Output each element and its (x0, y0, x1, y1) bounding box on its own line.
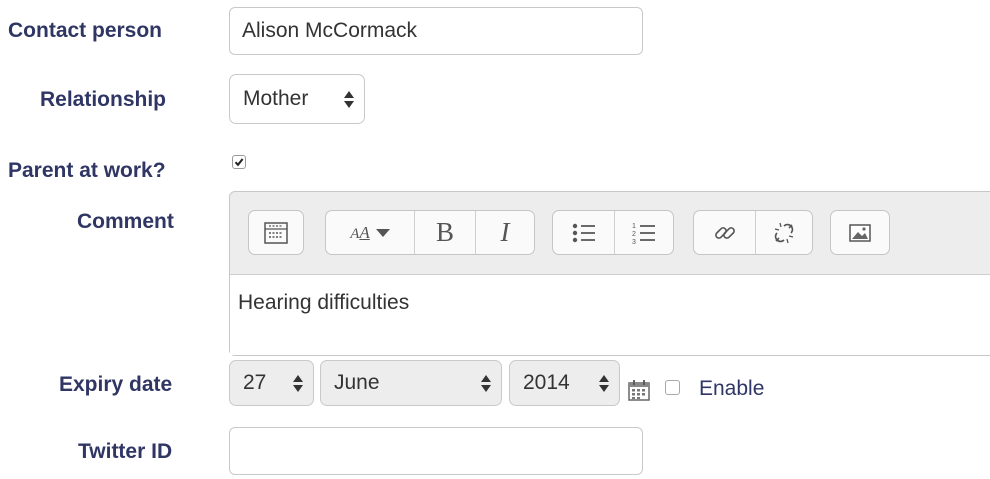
select-arrows-icon (293, 374, 303, 392)
expiry-enable-checkbox[interactable] (665, 380, 680, 395)
numbered-list-icon: 1 2 3 (632, 223, 655, 245)
toolbar-group-links (693, 210, 813, 255)
calendar-icon[interactable] (627, 378, 651, 407)
link-icon (714, 226, 735, 239)
select-arrows-icon (344, 90, 354, 108)
toolbar-group-lists: 1 2 3 (552, 210, 674, 255)
image-icon (849, 223, 871, 242)
relationship-select[interactable]: Mother (229, 74, 365, 124)
expiry-year-select[interactable]: 2014 (509, 360, 620, 406)
parent-at-work-label: Parent at work? (8, 159, 166, 182)
expiry-day-value: 27 (243, 371, 267, 394)
bold-button[interactable]: B (414, 211, 475, 254)
twitter-id-label: Twitter ID (78, 440, 173, 463)
comment-editor: AA B I 1 2 3 Hearing difficulties (229, 191, 990, 356)
link-button[interactable] (694, 211, 755, 254)
font-style-icon: AA (350, 222, 370, 242)
toolbar-group-media (830, 210, 890, 255)
svg-text:3: 3 (632, 239, 636, 245)
calendar-icon-svg (628, 380, 650, 401)
twitter-id-input[interactable] (229, 427, 643, 475)
bold-icon: B (435, 217, 454, 247)
parent-at-work-checkbox[interactable] (232, 155, 246, 169)
select-arrows-icon (599, 374, 609, 392)
italic-icon: I (500, 217, 510, 247)
expiry-month-select[interactable]: June (320, 360, 502, 406)
svg-text:2: 2 (632, 231, 636, 238)
bullet-list-icon (572, 223, 595, 242)
expiry-month-value: June (334, 371, 380, 394)
svg-text:1: 1 (632, 223, 636, 230)
dropdown-caret-icon (375, 228, 390, 237)
comment-text: Hearing difficulties (238, 291, 410, 314)
checkmark-icon (234, 158, 244, 167)
select-arrows-icon (481, 374, 491, 392)
relationship-selected: Mother (243, 87, 309, 110)
italic-button[interactable]: I (475, 211, 534, 254)
unlink-icon (774, 222, 794, 243)
expiry-year-value: 2014 (523, 371, 570, 394)
toolbar-group-toggle (248, 210, 304, 255)
expiry-day-select[interactable]: 27 (229, 360, 314, 406)
editor-toolbar: AA B I 1 2 3 (230, 192, 990, 274)
image-button[interactable] (831, 211, 889, 254)
contact-person-value: Alison McCormack (242, 19, 418, 42)
numbered-list-button[interactable]: 1 2 3 (614, 211, 673, 254)
contact-person-input[interactable]: Alison McCormack (229, 7, 643, 55)
toolbar-toggle-button[interactable] (249, 211, 303, 254)
contact-person-label: Contact person (8, 19, 163, 42)
comment-label: Comment (77, 210, 174, 233)
toolbar-group-format: AA B I (325, 210, 535, 255)
bullet-list-button[interactable] (553, 211, 614, 254)
unlink-button[interactable] (755, 211, 812, 254)
expiry-date-label: Expiry date (59, 373, 173, 396)
font-style-button[interactable]: AA (326, 211, 414, 254)
editor-content-area[interactable]: Hearing difficulties (230, 274, 990, 355)
relationship-label: Relationship (40, 88, 167, 111)
expiry-enable-label: Enable (699, 377, 765, 400)
toolbar-toggle-icon (264, 221, 288, 244)
